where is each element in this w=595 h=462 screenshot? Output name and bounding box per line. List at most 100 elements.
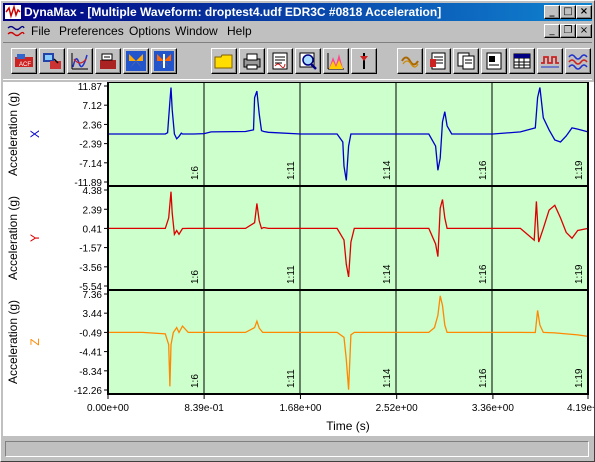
report-button[interactable] [267,48,293,74]
segment-label: 1:19 [574,368,585,388]
y-tick-label: 0.41 [83,224,103,235]
y-tick-label: -4.41 [79,348,102,359]
segment-label: 1:16 [478,264,489,284]
segment-label: 1:14 [382,368,393,388]
device-config-icon: ACF [15,54,33,68]
x-tick-label: 0.00e+00 [87,403,129,414]
marker-button[interactable] [351,48,377,74]
zoom-plot-button[interactable] [295,48,321,74]
square-wave-icon [541,56,559,68]
y-tick-label: 11.87 [78,82,103,93]
svg-text:ACF: ACF [19,62,31,68]
channel-label: X [28,130,42,138]
transfer-button[interactable] [95,48,121,74]
mdi-restore-button[interactable]: ❐ [560,24,576,38]
y-tick-label: 2.39 [83,205,103,216]
y-tick-label: -7.14 [79,159,102,170]
x-tick-label: 3.36e+00 [472,403,514,414]
segment-label: 1:11 [286,161,297,180]
x-tick-label: 1.68e+00 [279,403,321,414]
y-tick-label: 2.36 [83,120,103,131]
y-axis-label: Acceleration (g) [6,196,20,280]
x-axis-label: Time (s) [326,419,370,433]
butterfly-icon [126,51,146,71]
report-icon [272,52,288,70]
window-title: DynaMax - [Multiple Waveform: droptest4.… [24,5,442,19]
app-window: DynaMax - [Multiple Waveform: droptest4.… [0,0,595,462]
menu-preferences[interactable]: Preferences [59,22,124,40]
notes-icon [430,52,446,70]
toolbar: ACF [3,42,592,80]
y-tick-label: 4.38 [83,186,103,197]
butterfly-alt-button[interactable] [151,48,177,74]
title-bar[interactable]: DynaMax - [Multiple Waveform: droptest4.… [3,3,592,21]
segment-label: 1:14 [382,264,393,284]
copy-pages-button[interactable] [453,48,479,74]
download-icon [43,53,61,69]
marker-icon [360,53,368,69]
menu-options[interactable]: Options [129,22,170,40]
y-axis-label: Acceleration (g) [6,300,20,384]
segment-label: 1:19 [574,264,585,284]
segment-label: 1:14 [382,160,393,180]
segment-label: 1:19 [574,160,585,180]
x-tick-label: 4.19e+00 [567,403,594,414]
y-tick-label: -12.26 [74,386,103,397]
segment-label: 1:16 [478,368,489,388]
calibration-curve-icon [71,53,88,70]
square-wave-button[interactable] [537,48,563,74]
print-icon [243,53,261,70]
minimize-button[interactable]: _ [544,5,560,19]
menu-window[interactable]: Window [175,22,218,40]
segment-label: 1:11 [286,369,297,388]
menu-help[interactable]: Help [227,22,252,40]
butterfly-alt-icon [154,51,174,71]
mdi-minimize-button[interactable]: _ [544,24,560,38]
page-view-icon [486,52,502,70]
maximize-button[interactable]: □ [560,5,576,19]
y-tick-label: 3.44 [83,309,103,320]
x-tick-label: 2.52e+00 [376,403,418,414]
waveform-chart[interactable]: 1:6 1:11 1:14 1:16 1:19 11.87 7.12 2.36 -2.39 -7.… [3,81,595,436]
y-tick-label: 7.36 [83,290,103,301]
filter-button[interactable] [397,48,423,74]
segment-label: 1:6 [190,166,201,180]
mdi-close-button[interactable]: × [576,24,592,38]
calibration-button[interactable] [67,48,93,74]
open-folder-icon [214,54,233,69]
zoom-plot-icon [299,52,317,70]
multi-wave-button[interactable] [565,48,591,74]
channel-label: Y [28,234,42,242]
y-tick-label: -3.56 [79,263,102,274]
filter-icon [401,56,419,68]
print-button[interactable] [239,48,265,74]
document-control-icon[interactable] [7,25,25,37]
x-tick-label: 8.39e-01 [184,403,224,414]
waveform-plot-area: 1:6 1:11 1:14 1:16 1:19 11.87 7.12 2.36 -2.39 -7.… [3,81,595,436]
device-config-button[interactable]: ACF [11,48,37,74]
menu-bar: File Preferences Options Window Help _ ❐… [3,22,592,40]
y-tick-label: 7.12 [83,101,103,112]
notes-button[interactable] [425,48,451,74]
segment-label: 1:11 [286,265,297,284]
multi-wave-icon [568,54,588,70]
transfer-icon [100,53,116,69]
download-button[interactable] [39,48,65,74]
y-tick-label: -0.49 [79,328,102,339]
segment-label: 1:16 [478,160,489,180]
table-button[interactable] [509,48,535,74]
spectrum-icon [327,53,344,70]
y-axis-label: Acceleration (g) [6,92,20,176]
y-tick-label: -8.34 [79,367,102,378]
menu-file[interactable]: File [31,22,50,40]
spectrum-button[interactable] [323,48,349,74]
dynamax-app-icon[interactable] [5,5,21,19]
channel-label: Z [28,338,42,345]
open-button[interactable] [211,48,237,74]
close-button[interactable]: × [576,5,592,19]
butterfly-button[interactable] [123,48,149,74]
y-tick-label: -1.57 [79,244,102,255]
page-view-button[interactable] [481,48,507,74]
y-tick-label: -2.39 [79,140,102,151]
status-bar [5,441,589,457]
